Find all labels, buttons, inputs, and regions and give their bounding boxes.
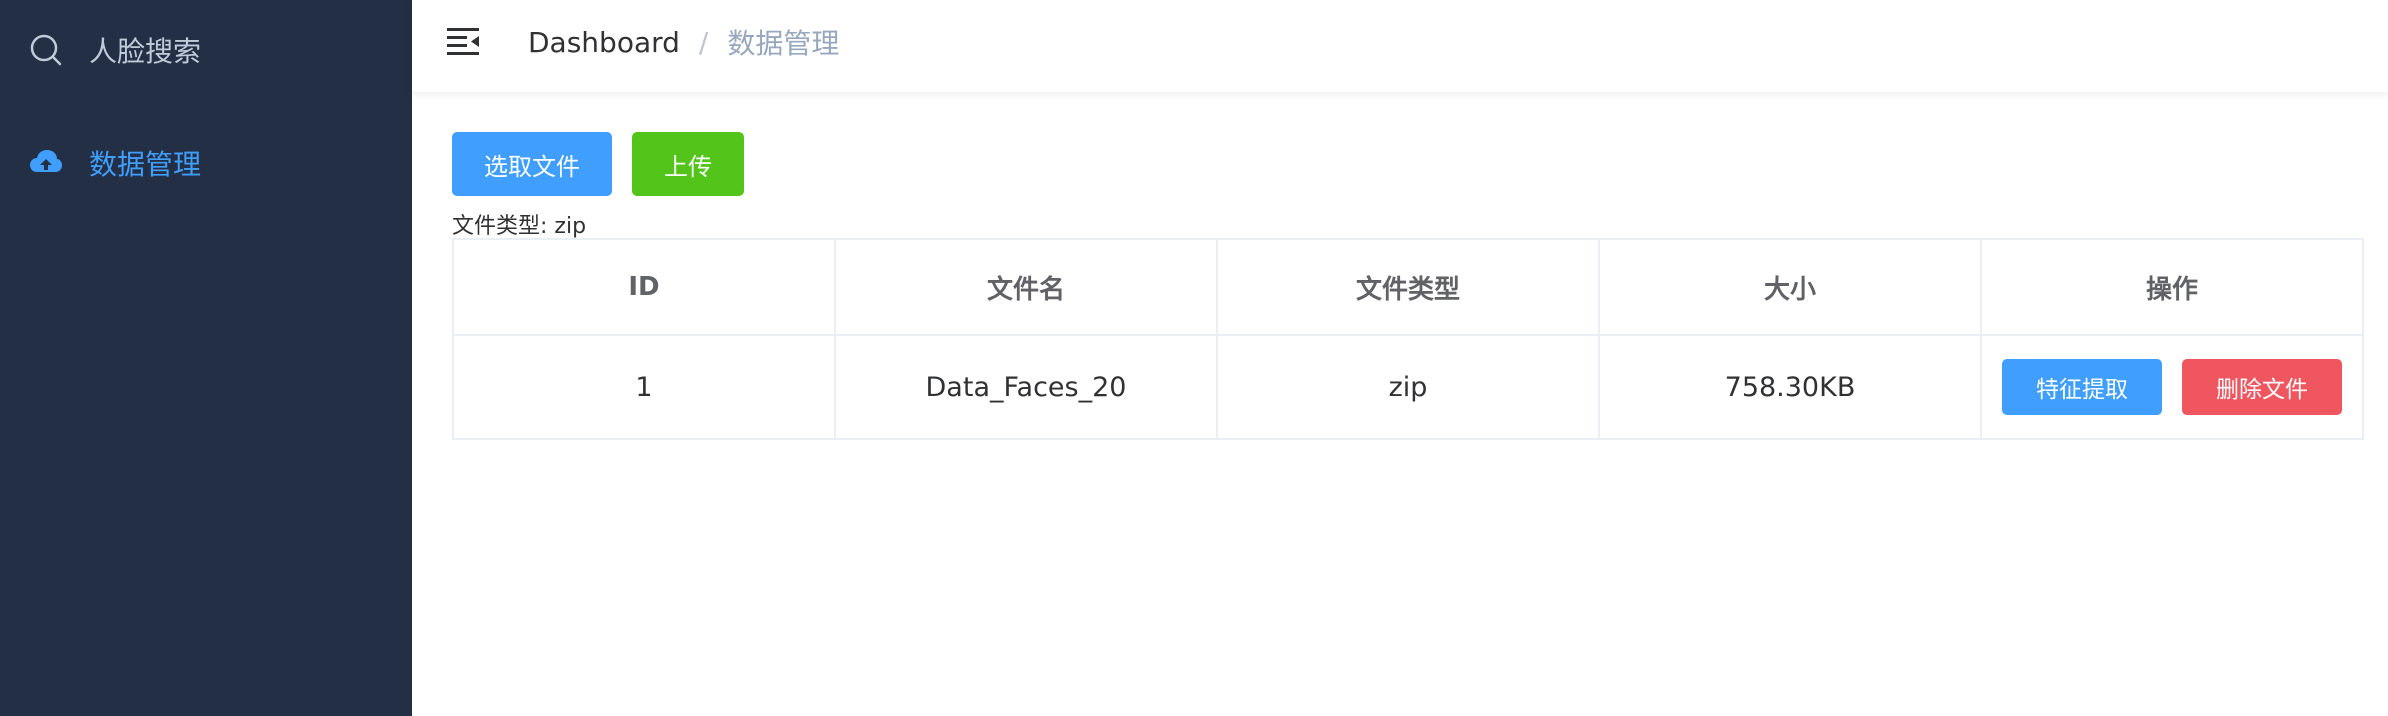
cell-filename: Data_Faces_20 xyxy=(834,334,1218,440)
table-header-row: ID 文件名 文件类型 大小 操作 xyxy=(452,238,2364,336)
cell-id: 1 xyxy=(452,334,836,440)
cell-size: 758.30KB xyxy=(1598,334,1982,440)
column-header-size: 大小 xyxy=(1598,238,1982,336)
breadcrumb-home-link[interactable]: Dashboard xyxy=(528,26,680,59)
cell-actions: 特征提取 删除文件 xyxy=(1980,334,2364,440)
table-row: 1 Data_Faces_20 zip 758.30KB 特征提取 删除文件 xyxy=(452,334,2364,440)
column-header-filename: 文件名 xyxy=(834,238,1218,336)
menu-fold-icon[interactable] xyxy=(446,26,480,56)
breadcrumb-separator: / xyxy=(698,25,709,59)
sidebar-item-data-management[interactable]: 数据管理 xyxy=(0,113,412,213)
files-table: ID 文件名 文件类型 大小 操作 1 Data_Faces_20 zip 75… xyxy=(452,238,2364,440)
column-header-id: ID xyxy=(452,238,836,336)
column-header-actions: 操作 xyxy=(1980,238,2364,336)
sidebar-item-face-search[interactable]: 人脸搜索 xyxy=(0,0,412,100)
select-file-button[interactable]: 选取文件 xyxy=(452,132,612,196)
sidebar: 人脸搜索 数据管理 xyxy=(0,0,412,716)
sidebar-item-label: 人脸搜索 xyxy=(89,35,202,68)
upload-button[interactable]: 上传 xyxy=(632,132,744,196)
search-icon xyxy=(29,33,63,67)
cloud-upload-icon xyxy=(29,146,63,180)
file-type-hint: 文件类型: zip xyxy=(452,214,587,239)
extract-features-button[interactable]: 特征提取 xyxy=(2002,359,2162,415)
column-header-filetype: 文件类型 xyxy=(1216,238,1600,336)
delete-file-button[interactable]: 删除文件 xyxy=(2182,359,2342,415)
cell-filetype: zip xyxy=(1216,334,1600,440)
breadcrumb-current: 数据管理 xyxy=(727,27,840,60)
sidebar-item-label: 数据管理 xyxy=(89,148,202,181)
top-header: Dashboard / 数据管理 xyxy=(412,0,2388,92)
breadcrumb: Dashboard / 数据管理 xyxy=(528,0,839,84)
